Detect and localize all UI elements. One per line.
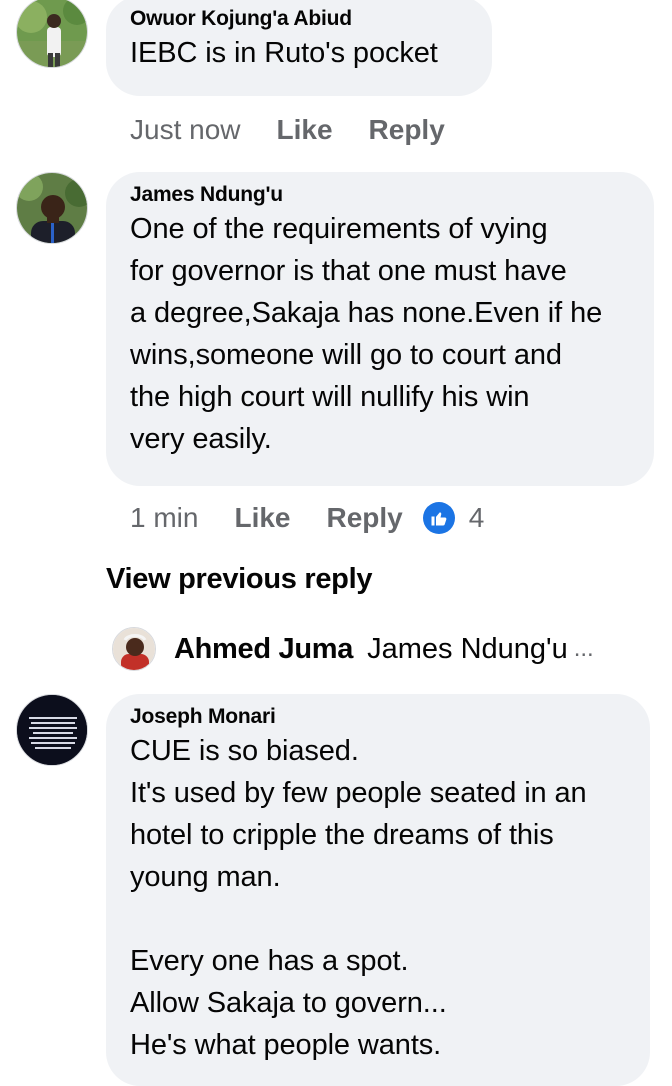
avatar-joseph[interactable] — [16, 694, 88, 766]
view-previous-reply-link[interactable]: View previous reply — [106, 563, 372, 596]
avatar-ahmed[interactable] — [112, 627, 156, 671]
reply-button[interactable]: Reply — [327, 502, 403, 534]
avatar-james[interactable] — [16, 172, 88, 244]
comment-actions: Just now Like Reply — [130, 110, 481, 150]
reaction-count: 4 — [468, 502, 485, 533]
comment-actions: 1 min Like Reply 4 — [130, 498, 484, 538]
comment-bubble: James Ndung'u One of the requirements of… — [106, 172, 654, 486]
reply-author[interactable]: Ahmed Juma — [174, 633, 353, 666]
comment-author[interactable]: Owuor Kojung'a Abiud — [130, 6, 468, 32]
comment-text: IEBC is in Ruto's pocket — [130, 37, 438, 69]
comment-text: CUE is so biased. It's used by few peopl… — [130, 735, 587, 1061]
comment-bubble: Owuor Kojung'a Abiud IEBC is in Ruto's p… — [106, 0, 492, 96]
comment-text: One of the requirements of vying for gov… — [130, 213, 603, 455]
comment-author[interactable]: Joseph Monari — [130, 704, 626, 730]
comment-author[interactable]: James Ndung'u — [130, 182, 630, 208]
comment-bubble: Joseph Monari CUE is so biased. It's use… — [106, 694, 650, 1086]
like-button[interactable]: Like — [234, 502, 290, 534]
thumbs-up-icon — [422, 502, 455, 534]
reply-ellipsis: ... — [573, 635, 594, 662]
comment-time[interactable]: 1 min — [130, 502, 198, 534]
reply-button[interactable]: Reply — [369, 114, 445, 146]
comment-time[interactable]: Just now — [130, 114, 241, 146]
reply-text: James Ndung'u — [367, 632, 568, 665]
like-button[interactable]: Like — [277, 114, 333, 146]
reply-preview[interactable]: Ahmed Juma James Ndung'u ... — [112, 625, 594, 673]
avatar-owuor[interactable] — [16, 0, 88, 68]
reaction-summary[interactable]: 4 — [422, 502, 485, 534]
